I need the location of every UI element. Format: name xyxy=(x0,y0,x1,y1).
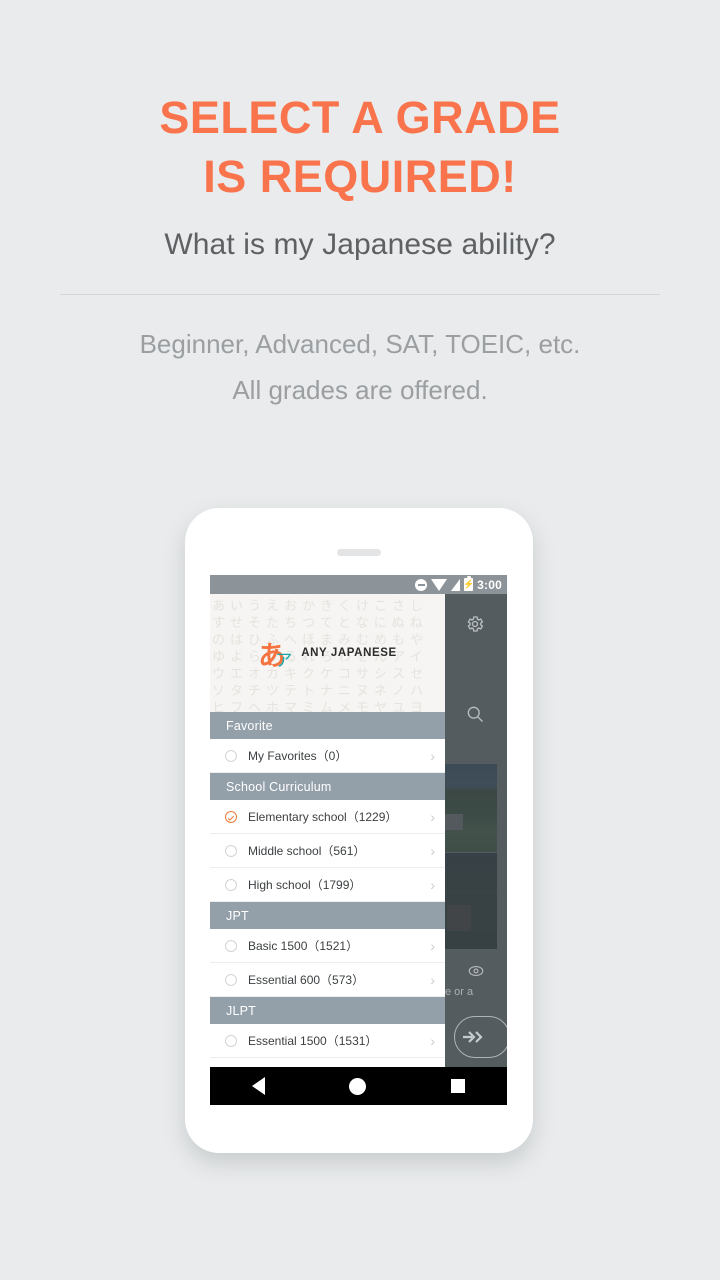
chevron-right-icon: › xyxy=(430,842,435,859)
drawer-item-label: Elementary school（1229） xyxy=(248,810,398,824)
drawer-item-label: Middle school（561） xyxy=(248,844,366,858)
promo-note-line2: All grades are offered. xyxy=(232,375,488,405)
do-not-disturb-icon xyxy=(415,578,428,591)
promo-title: SELECT A GRADE IS REQUIRED! xyxy=(0,88,720,206)
drawer-list-item[interactable]: My Favorites（0） › xyxy=(210,739,445,773)
radio-unchecked-icon[interactable] xyxy=(225,1034,237,1047)
app-body: e or a あいうえおかきくけこさしすせそたちつてとなにぬねのはひふへほまみむ… xyxy=(210,594,507,1105)
drawer-list-item[interactable]: Middle school（561） › xyxy=(210,834,445,868)
drawer-item-label: Basic 1500（1521） xyxy=(248,939,359,953)
chevron-right-icon: › xyxy=(430,937,435,954)
phone-speaker xyxy=(337,549,381,556)
signal-icon xyxy=(451,578,461,591)
logo-mark: あ ア xyxy=(258,637,293,672)
search-icon[interactable] xyxy=(465,704,485,729)
app-logo: あ ア ANY JAPANESE xyxy=(258,637,397,672)
drawer-section-header: Favorite xyxy=(210,712,445,739)
radio-unchecked-icon[interactable] xyxy=(225,878,237,891)
drawer-section-header: School Curriculum xyxy=(210,773,445,800)
drawer-section-header: JPT xyxy=(210,902,445,929)
home-nav-icon[interactable] xyxy=(349,1077,367,1095)
overlay-rail: e or a xyxy=(445,594,507,1105)
double-arrow-icon xyxy=(463,1031,483,1043)
drawer-list: Favorite My Favorites（0） › School Curriculu… xyxy=(210,712,445,1058)
drawer-list-item[interactable]: Essential 1500（1531） › xyxy=(210,1024,445,1058)
promo-note: Beginner, Advanced, SAT, TOEIC, etc. All… xyxy=(0,321,720,413)
back-nav-icon[interactable] xyxy=(252,1077,266,1095)
promo-title-line1: SELECT A GRADE xyxy=(159,92,561,143)
drawer-item-label: High school（1799） xyxy=(248,878,362,892)
drawer-header: あいうえおかきくけこさしすせそたちつてとなにぬねのはひふへほまみむめもやゆよらり… xyxy=(210,594,445,712)
phone-mockup: ⚡ 3:00 e or a あいうえおかきくけこさしすせそたちつてとなにぬねのは… xyxy=(185,508,533,1153)
recents-nav-icon[interactable] xyxy=(450,1079,465,1093)
phone-screen: ⚡ 3:00 e or a あいうえおかきくけこさしすせそたちつてとなにぬねのは… xyxy=(210,575,507,1105)
drawer-item-label: My Favorites（0） xyxy=(248,749,348,763)
app-name: ANY JAPANESE xyxy=(301,647,397,659)
drawer-section-header: JLPT xyxy=(210,997,445,1024)
promo-title-line2: IS REQUIRED! xyxy=(203,151,517,202)
radio-unchecked-icon[interactable] xyxy=(225,749,237,762)
drawer-list-item[interactable]: High school（1799） › xyxy=(210,868,445,902)
status-time: 3:00 xyxy=(477,577,502,592)
next-button[interactable] xyxy=(454,1016,507,1058)
status-bar: ⚡ 3:00 xyxy=(210,575,507,594)
promo-divider xyxy=(60,294,660,295)
eye-icon[interactable] xyxy=(467,962,485,985)
radio-unchecked-icon[interactable] xyxy=(225,844,237,857)
promo-header: SELECT A GRADE IS REQUIRED! What is my J… xyxy=(0,0,720,413)
battery-charging-icon: ⚡ xyxy=(463,576,475,591)
chevron-right-icon: › xyxy=(430,808,435,825)
radio-unchecked-icon[interactable] xyxy=(225,973,237,986)
drawer-item-label: Essential 1500（1531） xyxy=(248,1034,378,1048)
gear-icon[interactable] xyxy=(465,614,485,639)
android-nav-bar xyxy=(210,1067,507,1105)
katakana-a-icon: ア xyxy=(275,651,293,671)
chevron-right-icon: › xyxy=(430,1032,435,1049)
wifi-icon xyxy=(431,578,448,591)
drawer-item-label: Essential 600（573） xyxy=(248,973,365,987)
chevron-right-icon: › xyxy=(430,971,435,988)
overlay-clipped-text: e or a xyxy=(445,986,474,998)
radio-checked-icon[interactable] xyxy=(225,810,237,823)
chevron-right-icon: › xyxy=(430,747,435,764)
navigation-drawer: あいうえおかきくけこさしすせそたちつてとなにぬねのはひふへほまみむめもやゆよらり… xyxy=(210,594,445,1105)
chevron-right-icon: › xyxy=(430,876,435,893)
drawer-list-item[interactable]: Essential 600（573） › xyxy=(210,963,445,997)
drawer-list-item[interactable]: Elementary school（1229） › xyxy=(210,800,445,834)
promo-note-line1: Beginner, Advanced, SAT, TOEIC, etc. xyxy=(139,329,581,359)
promo-page: SELECT A GRADE IS REQUIRED! What is my J… xyxy=(0,0,720,1280)
promo-subtitle: What is my Japanese ability? xyxy=(164,228,556,261)
drawer-list-item[interactable]: Basic 1500（1521） › xyxy=(210,929,445,963)
radio-unchecked-icon[interactable] xyxy=(225,939,237,952)
